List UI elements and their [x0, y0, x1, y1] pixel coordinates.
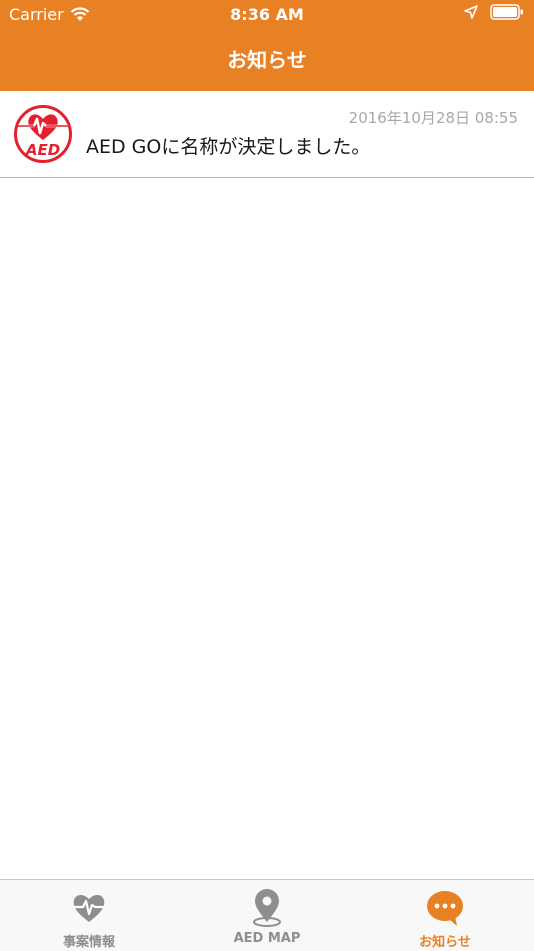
logo-text: AED — [25, 141, 60, 159]
tab-label: AED MAP — [233, 931, 301, 946]
news-item[interactable]: AED 2016年10月28日 08:55 AED GOに名称が決定しました。 — [0, 91, 534, 178]
page-title: お知らせ — [227, 48, 307, 72]
battery-icon — [490, 4, 523, 20]
map-pin-icon — [253, 889, 281, 927]
tab-incident-info[interactable]: 事案情報 — [0, 880, 178, 951]
location-arrow-icon — [464, 5, 478, 19]
news-title: AED GOに名称が決定しました。 — [86, 136, 371, 158]
tab-label: 事案情報 — [62, 935, 115, 950]
news-list: AED 2016年10月28日 08:55 AED GOに名称が決定しました。 — [0, 91, 534, 178]
news-date: 2016年10月28日 08:55 — [348, 109, 518, 127]
tab-bar: 事案情報 AED MAP お知らせ — [0, 879, 534, 951]
navigation-header: Carrier 8:36 AM お知らせ — [0, 0, 534, 91]
tab-notices[interactable]: お知らせ — [356, 880, 534, 951]
tab-label: お知らせ — [419, 935, 471, 950]
chat-bubble-icon — [427, 891, 463, 926]
aed-logo-icon: AED — [14, 105, 72, 163]
tab-aed-map[interactable]: AED MAP — [178, 880, 356, 951]
status-time: 8:36 AM — [230, 5, 304, 24]
heart-pulse-icon — [72, 894, 106, 922]
status-bar: Carrier 8:36 AM — [0, 0, 534, 30]
status-right-group — [464, 4, 524, 20]
